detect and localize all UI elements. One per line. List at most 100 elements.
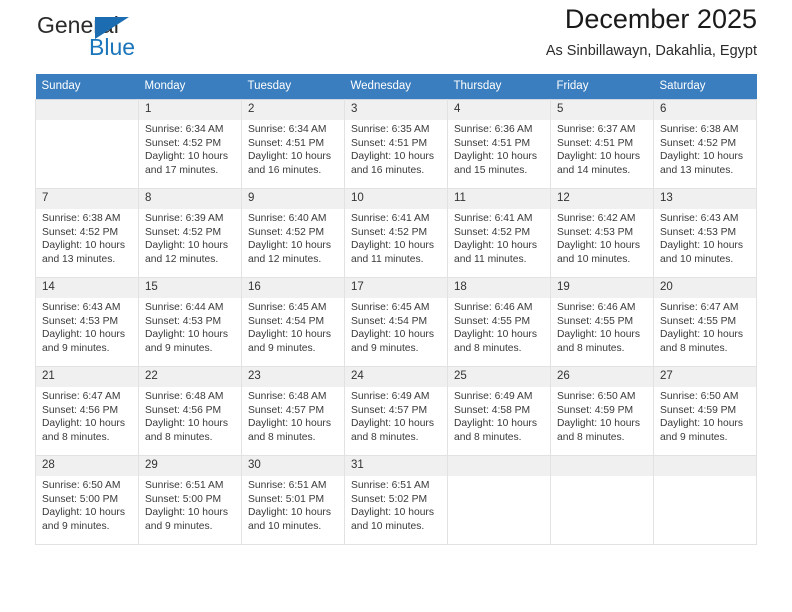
calendar-day-cell[interactable]: 14 Sunrise: 6:43 AM Sunset: 4:53 PM Dayligh… xyxy=(35,277,139,367)
calendar-day-cell[interactable]: 18 Sunrise: 6:46 AM Sunset: 4:55 PM Dayligh… xyxy=(447,277,551,367)
sunset-time: Sunset: 4:56 PM xyxy=(42,404,119,416)
title-block: December 2025 As Sinbillawayn, Dakahlia,… xyxy=(546,0,757,62)
daylight-duration-line1: Daylight: 10 hours xyxy=(454,151,537,163)
calendar-day-cell[interactable]: 9 Sunrise: 6:40 AM Sunset: 4:52 PM Daylight… xyxy=(241,188,345,278)
daylight-duration-line2: and 9 minutes. xyxy=(145,342,213,354)
day-number: 24 xyxy=(345,367,447,387)
sunrise-time: Sunrise: 6:51 AM xyxy=(248,480,327,491)
sunrise-time: Sunrise: 6:47 AM xyxy=(660,302,739,313)
calendar-day-cell[interactable]: 2 Sunrise: 6:34 AM Sunset: 4:51 PM Daylight… xyxy=(241,99,345,189)
day-number xyxy=(654,456,756,476)
calendar-day-cell[interactable]: 27 Sunrise: 6:50 AM Sunset: 4:59 PM Dayligh… xyxy=(653,366,757,456)
sunset-time: Sunset: 4:59 PM xyxy=(557,404,634,416)
sunrise-time: Sunrise: 6:43 AM xyxy=(42,302,121,313)
calendar-day-cell[interactable]: 1 Sunrise: 6:34 AM Sunset: 4:52 PM Daylight… xyxy=(138,99,242,189)
day-number: 25 xyxy=(448,367,550,387)
day-details: Sunrise: 6:50 AM Sunset: 5:00 PM Daylight:… xyxy=(36,476,138,533)
daylight-duration-line1: Daylight: 10 hours xyxy=(351,329,434,341)
day-number: 26 xyxy=(551,367,653,387)
calendar-day-cell[interactable]: 6 Sunrise: 6:38 AM Sunset: 4:52 PM Daylight… xyxy=(653,99,757,189)
sunset-time: Sunset: 4:58 PM xyxy=(454,404,531,416)
day-number: 9 xyxy=(242,189,344,209)
calendar-day-cell[interactable]: 19 Sunrise: 6:46 AM Sunset: 4:55 PM Dayligh… xyxy=(550,277,654,367)
day-details: Sunrise: 6:44 AM Sunset: 4:53 PM Daylight:… xyxy=(139,298,241,355)
day-details: Sunrise: 6:45 AM Sunset: 4:54 PM Daylight:… xyxy=(242,298,344,355)
calendar-day-cell[interactable]: 28 Sunrise: 6:50 AM Sunset: 5:00 PM Dayligh… xyxy=(35,455,139,545)
calendar-day-cell[interactable]: 25 Sunrise: 6:49 AM Sunset: 4:58 PM Dayligh… xyxy=(447,366,551,456)
day-details: Sunrise: 6:34 AM Sunset: 4:52 PM Daylight:… xyxy=(139,120,241,177)
daylight-duration-line1: Daylight: 10 hours xyxy=(145,329,228,341)
day-details xyxy=(36,120,138,123)
sunrise-time: Sunrise: 6:42 AM xyxy=(557,213,636,224)
calendar-day-cell[interactable]: 12 Sunrise: 6:42 AM Sunset: 4:53 PM Dayligh… xyxy=(550,188,654,278)
calendar-day-cell[interactable]: 5 Sunrise: 6:37 AM Sunset: 4:51 PM Daylight… xyxy=(550,99,654,189)
calendar-day-cell[interactable]: 11 Sunrise: 6:41 AM Sunset: 4:52 PM Dayligh… xyxy=(447,188,551,278)
calendar-day-cell[interactable]: 30 Sunrise: 6:51 AM Sunset: 5:01 PM Dayligh… xyxy=(241,455,345,545)
daylight-duration-line2: and 8 minutes. xyxy=(351,431,419,443)
calendar-day-cell[interactable]: 8 Sunrise: 6:39 AM Sunset: 4:52 PM Daylight… xyxy=(138,188,242,278)
sunrise-time: Sunrise: 6:34 AM xyxy=(248,124,327,135)
daylight-duration-line1: Daylight: 10 hours xyxy=(351,240,434,252)
calendar-day-cell[interactable]: 26 Sunrise: 6:50 AM Sunset: 4:59 PM Dayligh… xyxy=(550,366,654,456)
daylight-duration-line1: Daylight: 10 hours xyxy=(42,329,125,341)
calendar-day-cell[interactable]: 31 Sunrise: 6:51 AM Sunset: 5:02 PM Dayligh… xyxy=(344,455,448,545)
daylight-duration-line1: Daylight: 10 hours xyxy=(557,418,640,430)
day-details: Sunrise: 6:34 AM Sunset: 4:51 PM Daylight:… xyxy=(242,120,344,177)
calendar-day-cell[interactable]: 13 Sunrise: 6:43 AM Sunset: 4:53 PM Dayligh… xyxy=(653,188,757,278)
calendar-day-cell[interactable]: 17 Sunrise: 6:45 AM Sunset: 4:54 PM Dayligh… xyxy=(344,277,448,367)
daylight-duration-line2: and 9 minutes. xyxy=(145,520,213,532)
daylight-duration-line2: and 9 minutes. xyxy=(660,431,728,443)
calendar-day-cell[interactable]: 29 Sunrise: 6:51 AM Sunset: 5:00 PM Dayligh… xyxy=(138,455,242,545)
day-details: Sunrise: 6:48 AM Sunset: 4:56 PM Daylight:… xyxy=(139,387,241,444)
calendar-day-cell[interactable]: 16 Sunrise: 6:45 AM Sunset: 4:54 PM Dayligh… xyxy=(241,277,345,367)
sunset-time: Sunset: 4:52 PM xyxy=(454,226,531,238)
sunset-time: Sunset: 4:52 PM xyxy=(145,226,222,238)
brand-logo[interactable]: General Blue xyxy=(35,12,215,68)
sunrise-time: Sunrise: 6:50 AM xyxy=(660,391,739,402)
day-number: 3 xyxy=(345,100,447,120)
daylight-duration-line2: and 14 minutes. xyxy=(557,164,631,176)
sunset-time: Sunset: 4:52 PM xyxy=(351,226,428,238)
day-number: 14 xyxy=(36,278,138,298)
daylight-duration-line2: and 8 minutes. xyxy=(557,431,625,443)
page-header: General Blue December 2025 As Sinbillawa… xyxy=(35,0,757,74)
calendar-day-cell[interactable]: 7 Sunrise: 6:38 AM Sunset: 4:52 PM Daylight… xyxy=(35,188,139,278)
daylight-duration-line1: Daylight: 10 hours xyxy=(145,240,228,252)
daylight-duration-line2: and 10 minutes. xyxy=(248,520,322,532)
daylight-duration-line1: Daylight: 10 hours xyxy=(454,240,537,252)
daylight-duration-line2: and 9 minutes. xyxy=(42,520,110,532)
daylight-duration-line2: and 15 minutes. xyxy=(454,164,528,176)
calendar-week-row: 7 Sunrise: 6:38 AM Sunset: 4:52 PM Daylight… xyxy=(35,188,757,278)
calendar-day-cell[interactable]: 20 Sunrise: 6:47 AM Sunset: 4:55 PM Dayligh… xyxy=(653,277,757,367)
daylight-duration-line1: Daylight: 10 hours xyxy=(660,240,743,252)
daylight-duration-line2: and 10 minutes. xyxy=(351,520,425,532)
calendar-day-cell[interactable]: 10 Sunrise: 6:41 AM Sunset: 4:52 PM Dayligh… xyxy=(344,188,448,278)
calendar-body: 1 Sunrise: 6:34 AM Sunset: 4:52 PM Daylight… xyxy=(35,99,757,545)
brand-name-blue: Blue xyxy=(89,34,136,60)
calendar-day-cell[interactable]: 15 Sunrise: 6:44 AM Sunset: 4:53 PM Dayligh… xyxy=(138,277,242,367)
sunset-time: Sunset: 4:55 PM xyxy=(454,315,531,327)
daylight-duration-line1: Daylight: 10 hours xyxy=(557,329,640,341)
calendar-page: General Blue December 2025 As Sinbillawa… xyxy=(0,0,792,612)
calendar-day-cell[interactable]: 23 Sunrise: 6:48 AM Sunset: 4:57 PM Dayligh… xyxy=(241,366,345,456)
sunset-time: Sunset: 4:51 PM xyxy=(557,137,634,149)
calendar-day-cell[interactable]: 4 Sunrise: 6:36 AM Sunset: 4:51 PM Daylight… xyxy=(447,99,551,189)
day-number: 6 xyxy=(654,100,756,120)
daylight-duration-line1: Daylight: 10 hours xyxy=(660,418,743,430)
calendar-day-cell-empty xyxy=(35,99,139,189)
calendar-week-row: 1 Sunrise: 6:34 AM Sunset: 4:52 PM Daylight… xyxy=(35,99,757,189)
calendar-day-cell[interactable]: 3 Sunrise: 6:35 AM Sunset: 4:51 PM Daylight… xyxy=(344,99,448,189)
day-details: Sunrise: 6:41 AM Sunset: 4:52 PM Daylight:… xyxy=(345,209,447,266)
calendar-day-cell[interactable]: 24 Sunrise: 6:49 AM Sunset: 4:57 PM Dayligh… xyxy=(344,366,448,456)
sunset-time: Sunset: 4:56 PM xyxy=(145,404,222,416)
daylight-duration-line1: Daylight: 10 hours xyxy=(557,240,640,252)
calendar-day-cell[interactable]: 21 Sunrise: 6:47 AM Sunset: 4:56 PM Dayligh… xyxy=(35,366,139,456)
sunset-time: Sunset: 4:53 PM xyxy=(557,226,634,238)
daylight-duration-line1: Daylight: 10 hours xyxy=(660,329,743,341)
daylight-duration-line2: and 11 minutes. xyxy=(351,253,424,265)
weekday-header-thursday: Thursday xyxy=(447,74,551,100)
sunrise-time: Sunrise: 6:46 AM xyxy=(454,302,533,313)
sunrise-time: Sunrise: 6:46 AM xyxy=(557,302,636,313)
calendar-day-cell[interactable]: 22 Sunrise: 6:48 AM Sunset: 4:56 PM Dayligh… xyxy=(138,366,242,456)
day-details: Sunrise: 6:40 AM Sunset: 4:52 PM Daylight:… xyxy=(242,209,344,266)
